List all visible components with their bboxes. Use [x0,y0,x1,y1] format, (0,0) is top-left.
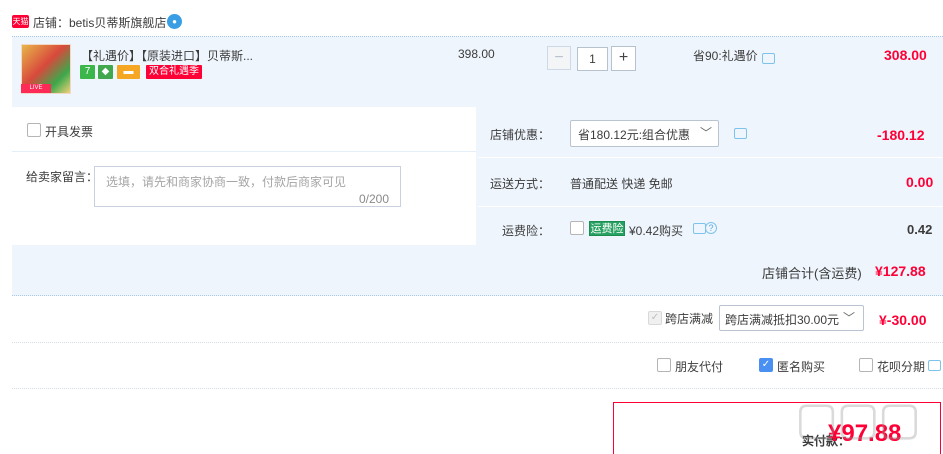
cross-store-selected-value: 跨店满减抵扣30.00元 [725,313,840,327]
message-icon[interactable] [762,53,775,64]
invoice-label[interactable]: 开具发票 [45,123,93,140]
anonymous-label[interactable]: 匿名购买 [777,358,825,375]
cross-store-label: 跨店满减 [665,312,714,326]
coupon-label: 店铺优惠： [489,128,550,142]
anonymous-checkbox[interactable]: ✓ [759,358,773,372]
insurance-label: 运费险： [501,224,550,238]
message-placeholder: 选填，请先和商家协商一致，付款后商家可见 [106,175,347,189]
message-counter: 0/200 [359,192,390,206]
friend-pay-label[interactable]: 朋友代付 [675,358,723,375]
shield-icon: ◆ [98,65,113,79]
item-subtotal: 308.00 [884,47,927,63]
insurance-price: ¥0.42购买 [629,224,684,238]
message-icon[interactable] [734,128,747,139]
discount-note: 省90:礼遇价 [693,49,758,63]
message-label: 给卖家留言： [26,170,99,184]
shipping-amount: 0.00 [906,174,934,190]
shop-total-label: 店铺合计(含运费) [762,266,862,281]
help-icon[interactable]: ? [705,222,717,234]
quantity-decrease-button[interactable]: − [547,46,571,70]
quantity-increase-button[interactable]: + [611,46,636,71]
divider [12,151,476,152]
coupon-amount: -180.12 [877,127,925,143]
cross-store-amount: ¥-30.00 [879,312,927,328]
promo-badge: 双合礼遇季 [146,65,202,79]
item-title[interactable]: 【礼遇价】【原装进口】贝蒂斯... [81,47,261,64]
divider [12,342,943,344]
huabei-checkbox[interactable] [859,358,873,372]
shop-total-amount: ¥127.88 [875,263,926,279]
huabei-label[interactable]: 花呗分期 [877,358,925,375]
seven-day-return-icon: 7 [80,65,95,79]
chat-bubble-icon[interactable]: ● [167,14,182,29]
shipping-label: 运送方式： [489,177,550,191]
thumb-tag: LIVE [21,84,51,93]
divider [478,157,943,158]
cross-store-checkbox[interactable]: ✓ [648,311,662,325]
friend-pay-checkbox[interactable] [657,358,671,372]
card-icon: ▬ [117,65,140,79]
insurance-checkbox[interactable] [570,221,584,235]
insurance-badge: 运费险 [589,221,625,236]
shipping-method: 普通配送 快递 免邮 [570,177,673,191]
chevron-down-icon: ﹀ [843,311,856,325]
invoice-checkbox[interactable] [27,123,41,137]
divider [12,388,943,390]
insurance-amount: 0.42 [907,222,933,237]
coupon-selected-value: 省180.12元:组合优惠 [578,128,691,142]
divider [478,206,943,207]
shop-name[interactable]: 店铺：betis贝蒂斯旗舰店 [33,14,166,31]
watermark: ▢▢▢ [795,391,921,445]
chevron-down-icon: ﹀ [700,126,713,140]
tmall-badge-icon: 天猫 [12,15,29,28]
message-icon[interactable] [928,360,941,371]
unit-price: 398.00 [458,47,495,61]
quantity-input[interactable]: 1 [577,47,608,71]
